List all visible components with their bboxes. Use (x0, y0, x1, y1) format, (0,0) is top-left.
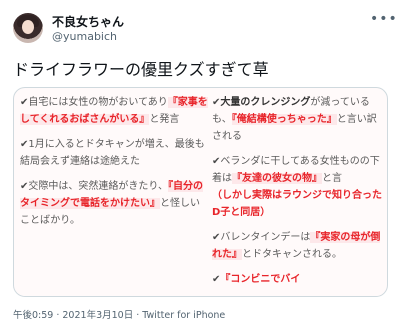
item-text-end: と言 (322, 173, 342, 184)
image-right-column: ✔大量のクレンジングが減っているも、『俺結構使っちゃった』と言い訳される ✔ベラ… (212, 94, 384, 296)
tweet-image[interactable]: ✔自宅には女性の物がおいてあり『家事をしてくれるおばさんがいる』と発言 ✔1月に… (13, 87, 388, 297)
item-text: バレンタインデーは (220, 232, 311, 243)
tweet-timestamp[interactable]: 午後0:59 · 2021年3月10日 · Twitter for iPhone (13, 307, 225, 321)
item-text: 1月に入るとドタキャンが増え、最後も結局会えず連絡は途絶えた (20, 139, 205, 167)
display-name[interactable]: 不良女ちゃん (52, 13, 124, 30)
list-item: ✔大量のクレンジングが減っているも、『俺結構使っちゃった』と言い訳される (212, 94, 384, 145)
image-left-column: ✔自宅には女性の物がおいてあり『家事をしてくれるおばさんがいる』と発言 ✔1月に… (20, 94, 208, 237)
list-item: ✔1月に入るとドタキャンが増え、最後も結局会えず連絡は途絶えた (20, 136, 208, 170)
list-item: ✔自宅には女性の物がおいてあり『家事をしてくれるおばさんがいる』と発言 (20, 94, 208, 128)
item-text-end: と発言 (149, 114, 180, 125)
item-text: 交際中は、突然連絡がきたり、 (28, 181, 168, 192)
user-handle[interactable]: @yumabich (52, 30, 117, 43)
list-item: ✔バレンタインデーは『実家の母が倒れた』とドタキャンされる。 (212, 229, 384, 263)
image-fade (14, 284, 387, 296)
item-bold: 大量のクレンジング (220, 97, 311, 108)
more-options-icon[interactable]: ••• (370, 12, 397, 28)
list-item: ✔交際中は、突然連絡がきたり、『自分のタイミングで電話をかけたい』と怪しいことば… (20, 178, 208, 229)
avatar[interactable] (13, 13, 43, 43)
list-item: ✔ベランダに干してある女性ものの下着は『友達の彼女の物』と言 （しかし実際はラウン… (212, 153, 384, 221)
tweet: 不良女ちゃん @yumabich ••• ドライフラワーの優里クズすぎて草 ✔自… (0, 0, 401, 334)
item-text-end: とドタキャンされる。 (242, 249, 342, 260)
avatar-face (22, 20, 34, 34)
item-quote: 『友達の彼女の物』 (232, 173, 322, 184)
tweet-text: ドライフラワーの優里クズすぎて草 (13, 60, 269, 79)
item-note: （しかし実際はラウンジで知り合ったD子と同居） (212, 190, 382, 218)
item-quote: 『俺結構使っちゃった』 (231, 114, 337, 125)
item-text: 自宅には女性の物がおいてあり (28, 97, 168, 108)
